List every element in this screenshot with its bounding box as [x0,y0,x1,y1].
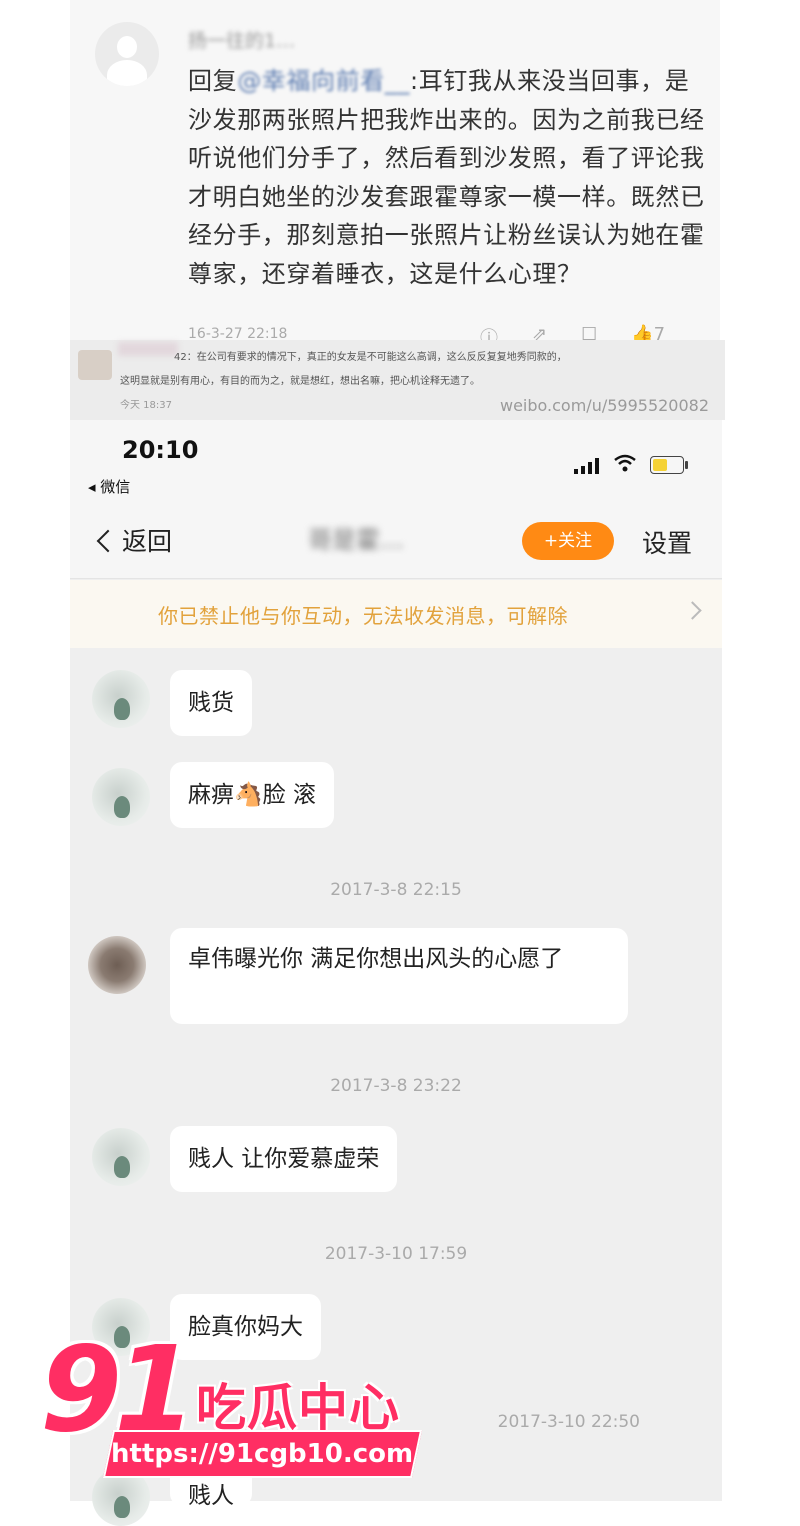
sender-avatar[interactable] [92,1128,150,1186]
reply-prefix: 回复 [188,67,238,95]
sender-avatar[interactable] [92,670,150,728]
weibo-watermark: weibo.com/u/5995520082 [500,396,710,415]
commenter-username[interactable]: 扬一往的1… [188,26,295,53]
comment-text: :耳钉我从来没当回事，是沙发那两张照片把我炸出来的。因为之前我已经听说他们分手了… [188,67,705,288]
site-url-badge[interactable]: https://91cgb10.com [102,1430,423,1478]
chat-timestamp: 2017-3-8 23:22 [330,1076,462,1096]
settings-button[interactable]: 设置 [642,524,692,560]
reply-avatar[interactable] [78,350,112,380]
message-bubble[interactable]: 贱人 让你爱慕虚荣 [170,1126,398,1192]
message-bubble[interactable]: 卓伟曝光你 满足你想出风头的心愿了 [170,928,628,1024]
chat-timestamp: 2017-3-10 17:59 [324,1244,468,1264]
comment-body: 回复@幸福向前看__:耳钉我从来没当回事，是沙发那两张照片把我炸出来的。因为之前… [188,62,708,293]
reply-text-line2: 这明显就是别有用心，有目的而为之，就是想红，想出名嘛，把心机诠释无遗了。 [120,376,480,387]
chat-title: 哥是霍… [308,526,404,554]
reply-username[interactable] [118,342,178,356]
message-bubble[interactable]: 脸真你妈大 [170,1294,321,1360]
signal-icon [574,458,599,474]
battery-icon [650,456,688,474]
chevron-left-icon [96,529,120,553]
chat-timestamp: 2017-3-8 22:15 [330,880,462,900]
message-bubble[interactable]: 贱货 [170,670,252,736]
follow-button[interactable]: +关注 [522,522,614,560]
site-url: https://91cgb10.com [111,1439,414,1469]
back-label: 返回 [122,527,173,556]
commenter-avatar[interactable] [95,22,159,86]
status-time: 20:10 [122,436,199,464]
reply-text-line1: 42：在公司有要求的情况下，真正的女友是不可能这么高调，这么反反复复地秀同款的， [174,352,567,363]
back-button[interactable]: 返回 [96,522,173,558]
message-bubble[interactable]: 麻痹🐴脸 滚 [170,762,334,828]
mention-link[interactable]: @幸福向前看__ [237,67,410,95]
sender-avatar[interactable] [92,768,150,826]
back-to-wechat[interactable]: ◂ 微信 [88,476,130,497]
block-notice-text: 你已禁止他与你互动，无法收发消息，可解除 [158,604,568,628]
wifi-icon [614,454,636,472]
sender-avatar[interactable] [88,936,146,994]
reply-time: 今天 18:37 [120,400,172,411]
